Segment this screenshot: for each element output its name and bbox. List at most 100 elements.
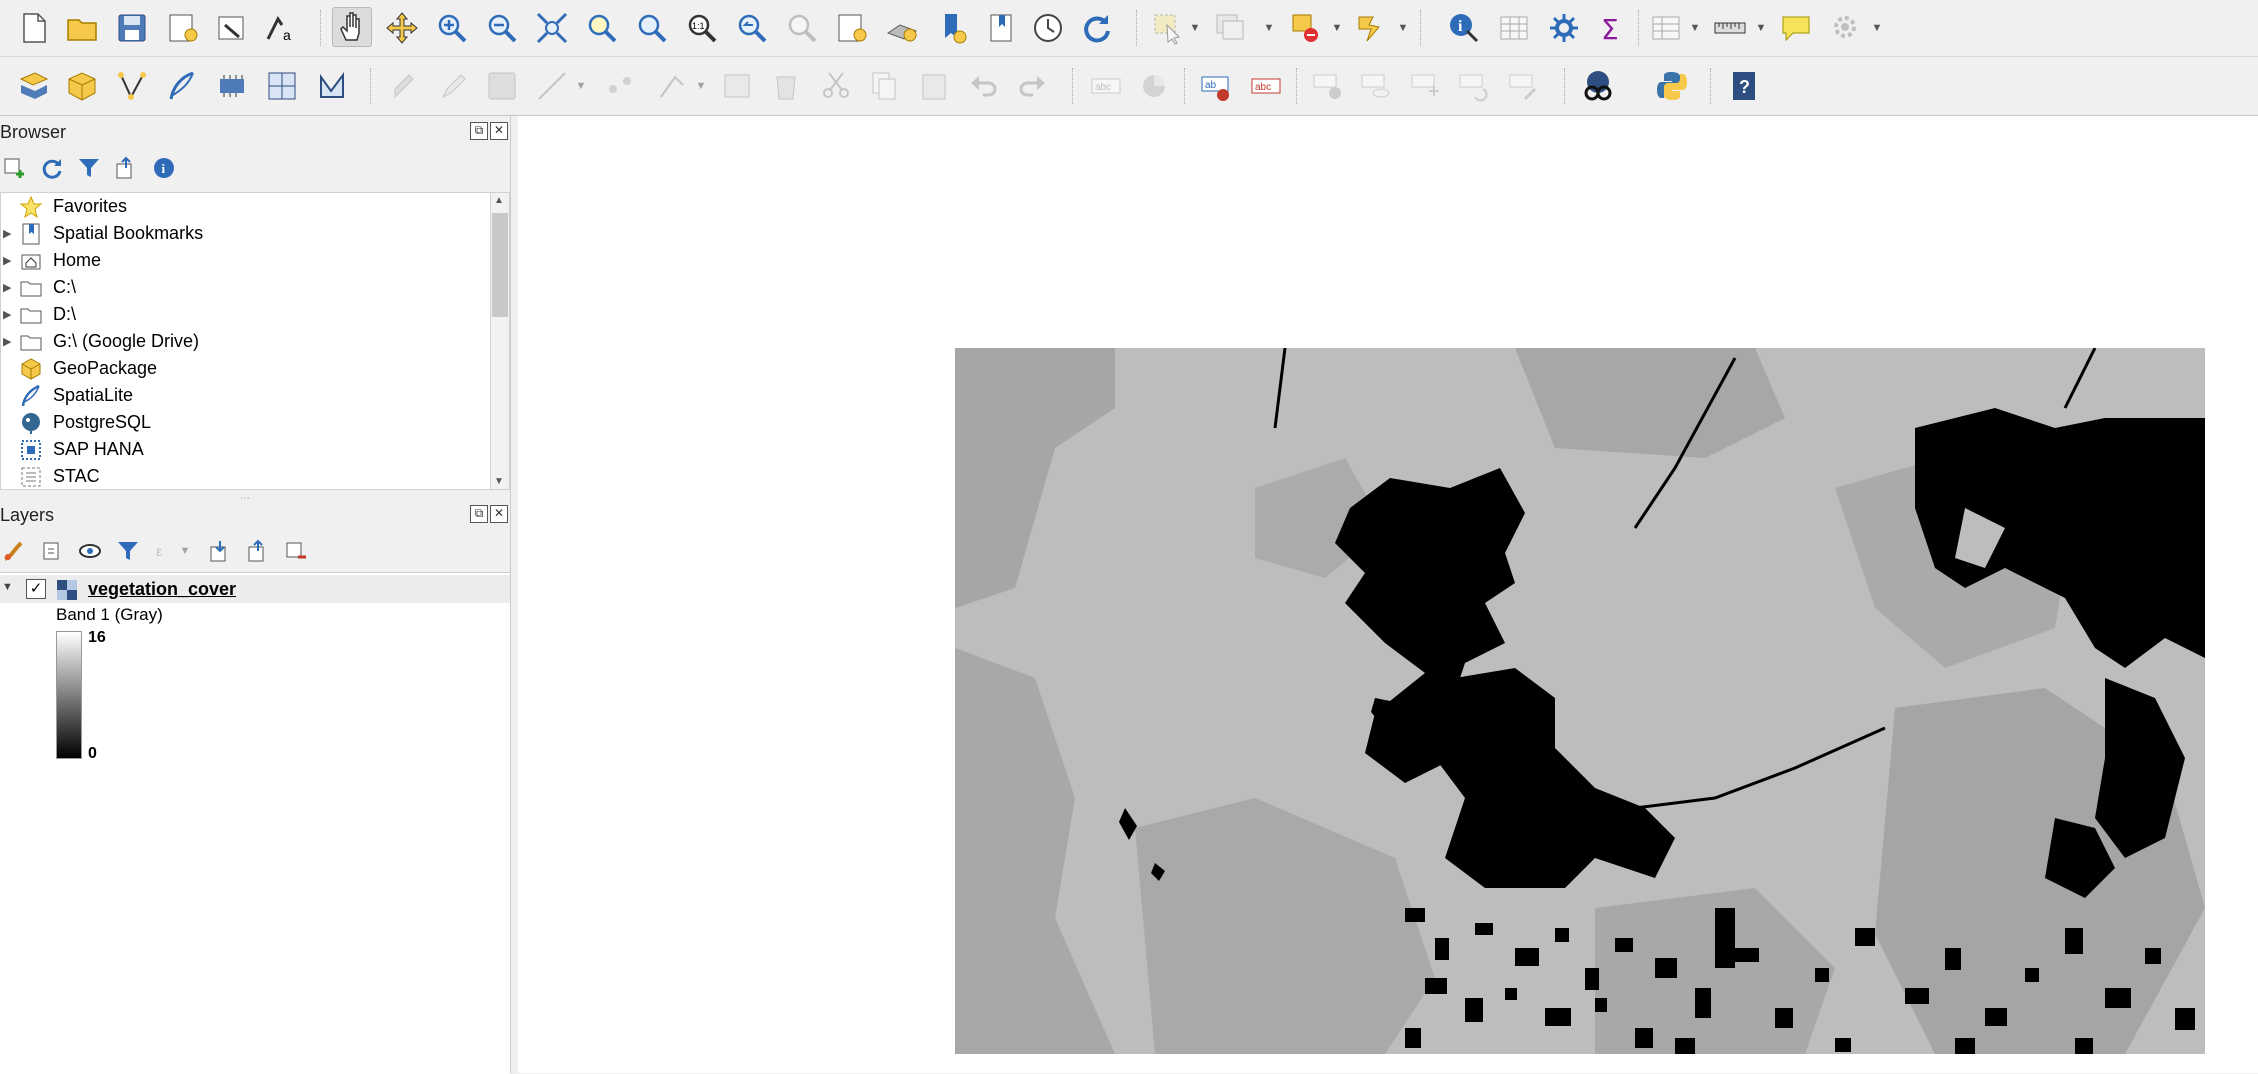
tree-item-geopackage[interactable]: GeoPackage (1, 355, 491, 382)
expand-arrow-icon[interactable]: ▶ (3, 335, 11, 348)
tree-item-c-drive[interactable]: ▶ C:\ (1, 274, 491, 301)
diagram-options-icon[interactable] (1136, 66, 1176, 106)
tree-item-favorites[interactable]: Favorites (1, 193, 491, 220)
tree-item-postgresql[interactable]: PostgreSQL (1, 409, 491, 436)
map-tips-icon[interactable] (1776, 8, 1816, 48)
add-selected-layers-icon[interactable] (0, 154, 28, 182)
toggle-editing-icon[interactable] (434, 66, 474, 106)
pan-to-selection-icon[interactable] (382, 8, 422, 48)
tree-item-spatial-bookmarks[interactable]: ▶ Spatial Bookmarks (1, 220, 491, 247)
tree-item-d-drive[interactable]: ▶ D:\ (1, 301, 491, 328)
label-tool-icon[interactable]: abc (1086, 66, 1126, 106)
zoom-out-icon[interactable] (482, 8, 522, 48)
new-geopackage-layer-icon[interactable] (62, 66, 102, 106)
cut-features-icon[interactable] (816, 66, 856, 106)
scroll-down-icon[interactable]: ▼ (494, 476, 504, 487)
style-manager-icon[interactable]: a (260, 8, 300, 48)
expand-all-icon[interactable] (206, 537, 234, 565)
settings-icon[interactable] (1826, 8, 1866, 48)
layer-row-vegetation-cover[interactable]: ▼ ✓ vegetation_cover (0, 575, 510, 603)
delete-selected-icon[interactable] (766, 66, 806, 106)
filter-by-expression-icon[interactable]: ε (152, 537, 180, 565)
pin-labels-icon[interactable] (1308, 66, 1348, 106)
tree-item-google-drive[interactable]: ▶ G:\ (Google Drive) (1, 328, 491, 355)
new-print-layout-icon[interactable] (162, 8, 202, 48)
show-spatial-bookmarks-icon[interactable] (982, 8, 1022, 48)
tree-item-stac[interactable]: STAC (1, 463, 491, 489)
open-project-icon[interactable] (62, 8, 102, 48)
vertex-tool-icon[interactable] (112, 66, 152, 106)
zoom-full-icon[interactable] (532, 8, 572, 48)
collapse-arrow-icon[interactable]: ▼ (2, 581, 13, 593)
paste-features-icon[interactable] (914, 66, 954, 106)
tree-item-spatialite[interactable]: SpatiaLite (1, 382, 491, 409)
properties-icon[interactable]: i (150, 154, 178, 182)
manage-map-themes-icon[interactable] (76, 537, 104, 565)
remove-layer-icon[interactable] (282, 537, 310, 565)
help-icon[interactable]: ? (1724, 66, 1764, 106)
select-by-expression-icon[interactable] (1352, 8, 1392, 48)
float-panel-icon[interactable]: ⧉ (470, 505, 488, 523)
zoom-to-selection-icon[interactable] (582, 8, 622, 48)
resize-grip[interactable]: ⋯ (240, 493, 252, 504)
collapse-all-layers-icon[interactable] (244, 537, 272, 565)
open-layer-styling-icon[interactable] (0, 537, 28, 565)
scrollbar-thumb[interactable] (492, 213, 508, 317)
python-console-icon[interactable] (1652, 66, 1692, 106)
browser-scrollbar[interactable]: ▲ ▼ (490, 192, 510, 490)
new-temporary-scratch-layer-icon[interactable] (262, 66, 302, 106)
scroll-up-icon[interactable]: ▲ (494, 195, 504, 206)
expand-arrow-icon[interactable]: ▶ (3, 308, 11, 321)
expand-arrow-icon[interactable]: ▶ (3, 227, 11, 240)
zoom-next-icon[interactable] (782, 8, 822, 48)
identify-features-icon[interactable]: i (1444, 8, 1484, 48)
tree-item-sap-hana[interactable]: SAP HANA (1, 436, 491, 463)
expand-arrow-icon[interactable]: ▶ (3, 254, 11, 267)
select-by-location-icon[interactable] (1286, 8, 1326, 48)
show-hide-labels-icon[interactable] (1356, 66, 1396, 106)
collapse-all-icon[interactable] (112, 154, 140, 182)
new-project-icon[interactable] (14, 8, 54, 48)
new-gpx-layer-icon[interactable] (312, 66, 352, 106)
open-field-calculator-icon[interactable] (1646, 8, 1686, 48)
layer-labeling-icon[interactable]: ab (1196, 66, 1236, 106)
new-3d-map-view-icon[interactable] (882, 8, 922, 48)
new-map-view-icon[interactable] (832, 8, 872, 48)
zoom-last-icon[interactable] (732, 8, 772, 48)
modify-attributes-icon[interactable] (718, 66, 758, 106)
pan-map-icon[interactable] (332, 7, 372, 47)
new-spatialite-layer-icon[interactable] (162, 66, 202, 106)
save-layer-edits-icon[interactable] (482, 66, 522, 106)
zoom-to-layer-icon[interactable] (632, 8, 672, 48)
vertex-tool-all-icon[interactable] (652, 66, 692, 106)
tree-item-home[interactable]: ▶ Home (1, 247, 491, 274)
data-source-manager-icon[interactable] (14, 66, 54, 106)
zoom-in-icon[interactable] (432, 8, 472, 48)
copy-features-icon[interactable] (864, 66, 904, 106)
new-spatial-bookmark-icon[interactable] (932, 8, 972, 48)
float-panel-icon[interactable]: ⧉ (470, 122, 488, 140)
rotate-label-icon[interactable] (1454, 66, 1494, 106)
select-features-icon[interactable] (1148, 8, 1188, 48)
close-panel-icon[interactable]: ✕ (490, 505, 508, 523)
deselect-icon[interactable] (1210, 8, 1250, 48)
save-project-icon[interactable] (112, 8, 152, 48)
statistical-summary-icon[interactable]: Σ (1592, 8, 1632, 48)
temporal-controller-icon[interactable] (1028, 8, 1068, 48)
annotation-labels-icon[interactable]: abc (1246, 66, 1286, 106)
show-layout-manager-icon[interactable] (212, 8, 252, 48)
measure-line-icon[interactable] (1710, 8, 1750, 48)
filter-legend-icon[interactable] (114, 537, 142, 565)
metasearch-icon[interactable] (1578, 66, 1618, 106)
move-label-icon[interactable] (1406, 66, 1446, 106)
layer-visibility-checkbox[interactable]: ✓ (26, 579, 46, 599)
refresh-icon[interactable] (1076, 8, 1116, 48)
undo-icon[interactable] (964, 66, 1004, 106)
attribute-table-icon[interactable] (1494, 8, 1534, 48)
filter-browser-icon[interactable] (75, 154, 103, 182)
close-panel-icon[interactable]: ✕ (490, 122, 508, 140)
refresh-browser-icon[interactable] (38, 154, 66, 182)
add-group-icon[interactable] (38, 537, 66, 565)
digitize-icon[interactable] (532, 66, 572, 106)
redo-icon[interactable] (1012, 66, 1052, 106)
